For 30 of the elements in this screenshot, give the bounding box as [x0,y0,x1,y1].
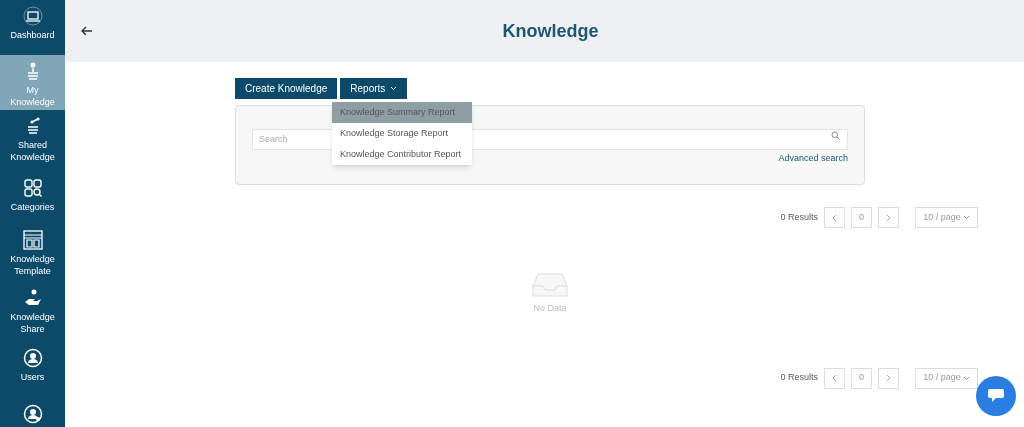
results-count: 0 Results [780,210,818,224]
page-title: Knowledge [502,19,599,43]
caret-icon [962,375,970,381]
caret-icon [962,215,970,220]
back-arrow-icon[interactable] [81,25,93,37]
previous-page-button[interactable] [824,367,845,389]
template-icon [22,230,43,250]
chat-bubble-icon [987,388,1005,404]
empty-state-text: No Data [533,302,567,315]
menu-item[interactable]: Knowledge Storage Report [332,123,472,144]
advanced-search-link[interactable]: Advanced search [778,152,848,166]
create-knowledge-button[interactable]: Create Knowledge [235,78,338,99]
chevron-left-icon [832,213,837,222]
user-settings-icon [22,404,43,424]
caret-icon [390,86,398,91]
search-icon [831,131,840,140]
next-page-button[interactable] [878,207,899,228]
reports-button[interactable]: Reports [340,78,408,99]
previous-page-button[interactable] [824,207,845,228]
chevron-right-icon [886,213,891,222]
empty-inbox-icon [532,272,568,298]
user-icon [22,348,43,368]
chat-button[interactable] [976,376,1016,416]
next-page-button[interactable] [878,367,899,389]
categories-icon [22,178,43,198]
chevron-right-icon [886,374,891,382]
results-count: 0 Results [780,371,818,385]
menu-item[interactable]: Knowledge Contributor Report [332,144,472,165]
chevron-left-icon [832,374,837,382]
laptop-icon [22,6,43,26]
